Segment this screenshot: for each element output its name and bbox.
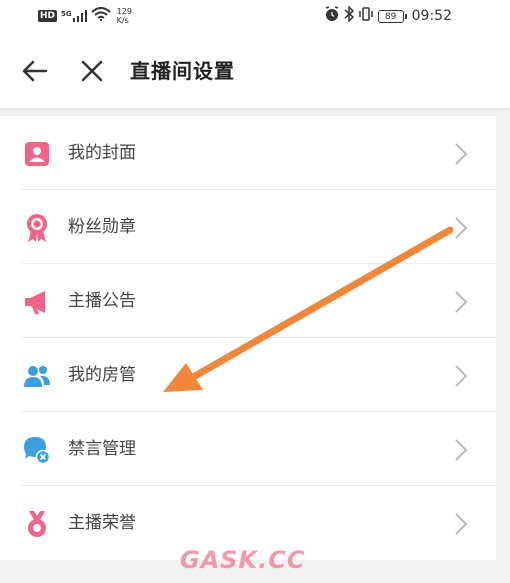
chevron-right-icon [455, 291, 468, 313]
settings-item-label: 我的房管 [68, 365, 136, 385]
settings-item-cover[interactable]: 我的封面 [0, 116, 496, 190]
status-left: HD 5G 129 K/s [38, 6, 132, 25]
title-bar: 直播间设置 [0, 32, 510, 108]
status-bar: HD 5G 129 K/s 89 09:52 [0, 0, 510, 32]
mute-icon [22, 435, 52, 465]
page-title: 直播间设置 [130, 59, 235, 83]
settings-item-label: 主播公告 [68, 291, 136, 311]
chevron-right-icon [455, 513, 468, 535]
battery-indicator: 89 [377, 9, 407, 23]
settings-list: 我的封面 粉丝勋章 主播公告 我的房管 禁言管理 主播荣誉 [0, 116, 496, 560]
clock: 09:52 [411, 8, 452, 24]
megaphone-icon [22, 287, 52, 317]
status-right: 89 09:52 [324, 5, 452, 26]
net-speed: 129 K/s [117, 7, 132, 25]
signal-label: 5G [61, 9, 72, 18]
chevron-right-icon [455, 217, 468, 239]
honor-icon [22, 509, 52, 539]
settings-item-announcement[interactable]: 主播公告 [0, 264, 496, 338]
alarm-icon [324, 6, 340, 26]
close-icon [81, 60, 103, 82]
close-button[interactable] [77, 56, 107, 86]
bluetooth-icon [344, 5, 354, 26]
chevron-right-icon [455, 439, 468, 461]
wifi-icon [90, 6, 111, 25]
back-button[interactable] [20, 56, 50, 86]
net-speed-value: 129 [116, 6, 132, 16]
settings-item-fan-medal[interactable]: 粉丝勋章 [0, 190, 496, 264]
signal-icon: 5G [61, 9, 87, 22]
chevron-right-icon [455, 143, 468, 165]
admins-icon [22, 361, 52, 391]
cover-icon [22, 139, 52, 169]
watermark: GASK.CC [180, 546, 306, 574]
settings-item-label: 主播荣誉 [68, 513, 136, 533]
arrow-left-icon [22, 60, 48, 82]
hd-badge: HD [38, 9, 58, 22]
settings-item-room-admins[interactable]: 我的房管 [0, 338, 496, 412]
medal-icon [22, 213, 52, 243]
settings-item-label: 禁言管理 [68, 439, 136, 459]
net-speed-unit: K/s [116, 15, 129, 25]
settings-item-mute-management[interactable]: 禁言管理 [0, 412, 496, 486]
vibrate-icon [358, 6, 374, 26]
settings-item-label: 粉丝勋章 [68, 217, 136, 237]
chevron-right-icon [455, 365, 468, 387]
settings-item-label: 我的封面 [68, 143, 136, 163]
